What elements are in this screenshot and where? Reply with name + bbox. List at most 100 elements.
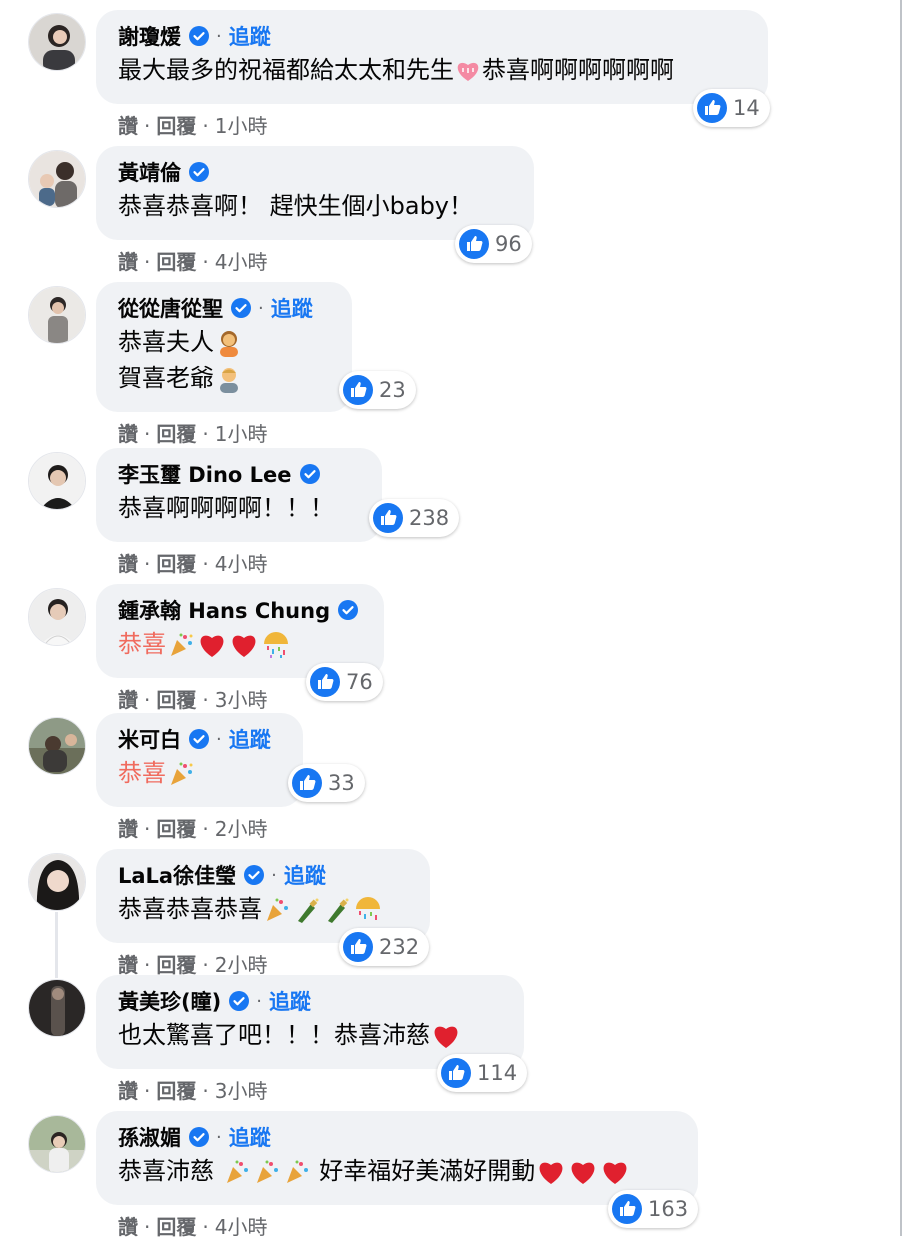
reply-action[interactable]: 回覆 [156,953,196,977]
reaction-count-pill[interactable]: 232 [339,928,430,966]
like-action[interactable]: 讚 [118,1079,138,1103]
like-thumb-icon [310,667,340,697]
avatar[interactable] [28,452,86,510]
woman-emoji-icon [220,331,238,357]
reply-action[interactable]: 回覆 [156,817,196,841]
comment-text: 恭喜恭喜恭喜 [118,891,408,927]
reaction-count-pill[interactable]: 163 [608,1190,699,1228]
comment-timestamp[interactable]: 2小時 [215,817,268,841]
like-action[interactable]: 讚 [118,422,138,446]
reply-action[interactable]: 回覆 [156,114,196,138]
avatar[interactable] [28,588,86,646]
red-heart-emoji-icon [200,635,224,657]
party-popper-emoji-icon [267,898,288,921]
author-name[interactable]: 從從唐從聖 [118,293,223,323]
reply-action[interactable]: 回覆 [156,552,196,576]
comment-timestamp[interactable]: 1小時 [215,114,268,138]
like-count: 96 [495,232,522,256]
separator-dot: · [216,728,222,750]
separator-dot: · [271,864,277,886]
comment-text: 恭喜 [118,626,362,662]
like-count: 23 [379,378,406,402]
confetti-ball-emoji-icon [356,897,380,920]
avatar[interactable] [28,979,86,1037]
comment-text: 恭喜 [118,755,281,791]
author-name[interactable]: 李玉璽 Dino Lee [118,459,292,489]
reply-action[interactable]: 回覆 [156,688,196,712]
comment-actions: 讚 · 回覆 · 2小時 [118,817,268,841]
author-name[interactable]: 鍾承翰 Hans Chung [118,595,330,625]
separator-dot: · [258,297,264,319]
like-thumb-icon [459,229,489,259]
like-thumb-icon [373,503,403,533]
like-action[interactable]: 讚 [118,953,138,977]
follow-link[interactable]: 追蹤 [271,293,313,323]
comment-timestamp[interactable]: 4小時 [215,1215,268,1239]
author-name[interactable]: 黃美珍(瞳) [118,986,221,1016]
like-count: 232 [379,935,420,959]
follow-link[interactable]: 追蹤 [229,21,271,51]
author-name[interactable]: 米可白 [118,724,181,754]
reaction-count-pill[interactable]: 23 [339,371,416,409]
reply-thread-line [55,912,58,978]
comment-bubble: 孫淑媚 · 追蹤 恭喜沛慈 好幸福好美滿好開動 [96,1111,698,1205]
reaction-count-pill[interactable]: 76 [306,663,383,701]
red-heart-emoji-icon [603,1162,627,1184]
reply-action[interactable]: 回覆 [156,422,196,446]
separator-dot: · [256,990,262,1012]
follow-link[interactable]: 追蹤 [269,986,311,1016]
verified-badge-icon [231,298,251,318]
like-action[interactable]: 讚 [118,114,138,138]
verified-badge-icon [244,865,265,885]
comment-text: 恭喜啊啊啊啊！！！ [118,494,334,522]
party-popper-emoji-icon [256,1160,278,1183]
like-action[interactable]: 讚 [118,552,138,576]
avatar[interactable] [28,13,86,71]
avatar[interactable] [28,150,86,208]
comment-timestamp[interactable]: 3小時 [215,688,268,712]
party-popper-emoji-icon [226,1160,248,1183]
like-action[interactable]: 讚 [118,688,138,712]
author-name[interactable]: LaLa徐佳瑩 [118,860,236,890]
follow-link[interactable]: 追蹤 [284,860,326,890]
comment-text: 恭喜恭喜啊！ 趕快生個小baby！ [118,192,474,220]
party-popper-emoji-icon [286,1160,308,1183]
like-count: 238 [409,506,450,530]
avatar[interactable] [28,286,86,344]
like-count: 114 [477,1061,518,1085]
comment-timestamp[interactable]: 4小時 [215,250,268,274]
like-count: 163 [648,1197,689,1221]
reaction-count-pill[interactable]: 14 [693,89,770,127]
reply-action[interactable]: 回覆 [156,1215,196,1239]
comment-timestamp[interactable]: 2小時 [215,953,268,977]
like-count: 14 [733,96,760,120]
champagne-emoji-icon [298,898,319,923]
like-action[interactable]: 讚 [118,250,138,274]
reaction-count-pill[interactable]: 114 [437,1054,528,1092]
verified-badge-icon [189,26,209,46]
reply-action[interactable]: 回覆 [156,250,196,274]
reaction-count-pill[interactable]: 33 [288,764,365,802]
reaction-count-pill[interactable]: 96 [455,225,532,263]
comment-bubble: 從從唐從聖 · 追蹤 恭喜夫人 賀喜老爺 [96,282,352,412]
follow-link[interactable]: 追蹤 [229,724,271,754]
reply-action[interactable]: 回覆 [156,1079,196,1103]
like-action[interactable]: 讚 [118,817,138,841]
verified-badge-icon [338,600,359,620]
author-name[interactable]: 謝瓊煖 [118,21,181,51]
like-thumb-icon [697,93,727,123]
avatar[interactable] [28,853,86,911]
reaction-count-pill[interactable]: 238 [369,499,460,537]
separator-dot: · [216,1126,222,1148]
comment-actions: 讚 · 回覆 · 4小時 [118,552,268,576]
avatar[interactable] [28,1115,86,1173]
comment-text: 賀喜老爺 [118,360,330,396]
comment-timestamp[interactable]: 3小時 [215,1079,268,1103]
comment-timestamp[interactable]: 1小時 [215,422,268,446]
like-action[interactable]: 讚 [118,1215,138,1239]
author-name[interactable]: 孫淑媚 [118,1122,181,1152]
follow-link[interactable]: 追蹤 [229,1122,271,1152]
author-name[interactable]: 黃靖倫 [118,157,181,187]
avatar[interactable] [28,717,86,775]
comment-timestamp[interactable]: 4小時 [215,552,268,576]
